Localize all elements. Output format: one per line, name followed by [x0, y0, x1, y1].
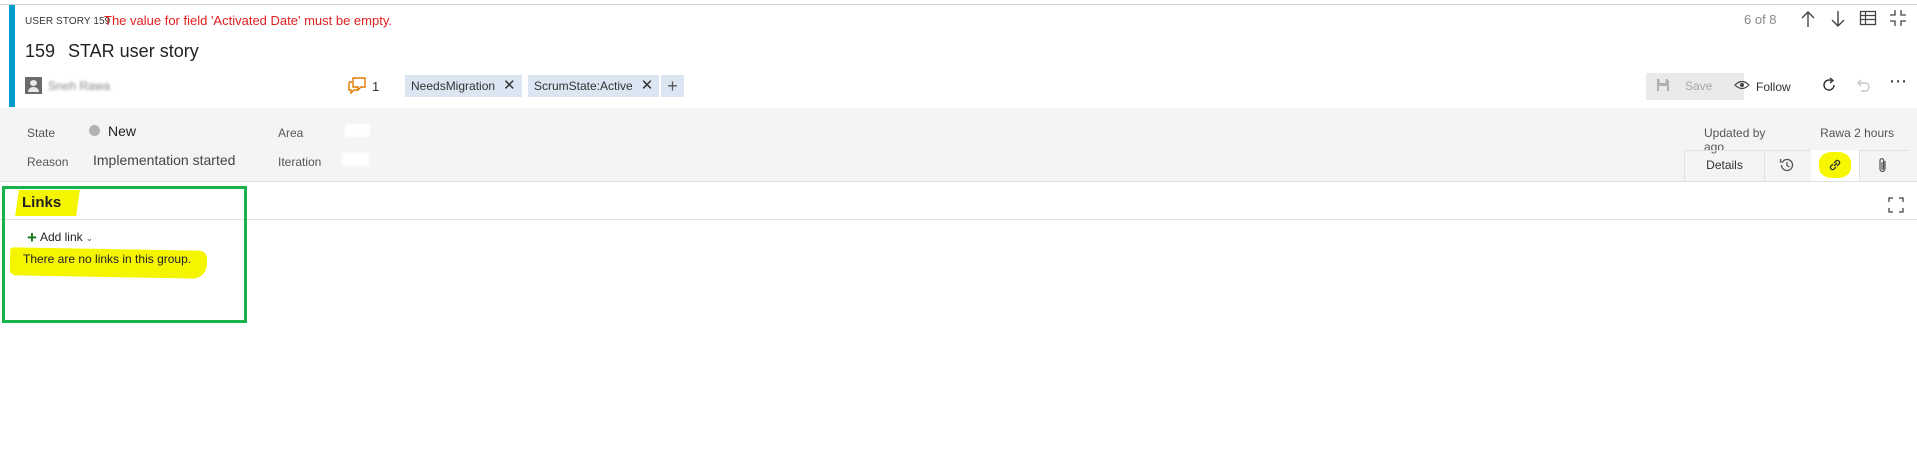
- discussion-icon[interactable]: [347, 76, 367, 94]
- remove-tag-icon[interactable]: ✕: [503, 75, 516, 97]
- work-item-id: 159: [25, 41, 56, 61]
- collapse-icon[interactable]: [1889, 9, 1907, 27]
- area-label: Area: [278, 126, 304, 140]
- grid-view-icon[interactable]: [1859, 10, 1877, 26]
- tag-label: ScrumState:Active: [534, 79, 633, 93]
- work-item-color-bar: [9, 5, 15, 107]
- tag-scrumstate-active[interactable]: ScrumState:Active ✕: [528, 75, 660, 97]
- refresh-icon[interactable]: [1821, 77, 1837, 93]
- annotation-box: [2, 186, 247, 323]
- work-item-title[interactable]: STAR user story: [68, 41, 199, 62]
- reason-dropdown[interactable]: Implementation started: [93, 152, 235, 168]
- iteration-field[interactable]: [342, 153, 369, 166]
- avatar[interactable]: [25, 77, 42, 94]
- fields-header: [0, 108, 1917, 182]
- area-field[interactable]: [345, 124, 370, 137]
- work-item-type-label: USER STORY 159: [25, 16, 111, 27]
- redacted-name: [1768, 128, 1817, 139]
- state-label: State: [27, 126, 56, 140]
- section-divider: [0, 219, 1917, 220]
- state-indicator: [89, 125, 100, 136]
- previous-item-arrow-icon[interactable]: [1800, 10, 1816, 28]
- save-icon: [1657, 79, 1669, 91]
- paperclip-icon: [1879, 158, 1886, 173]
- reason-label: Reason: [27, 155, 69, 169]
- tab-history[interactable]: [1763, 150, 1812, 181]
- tab-attachments[interactable]: [1859, 150, 1907, 181]
- eye-icon[interactable]: [1734, 80, 1750, 90]
- follow-button[interactable]: Follow: [1756, 80, 1791, 94]
- tag-label: NeedsMigration: [411, 79, 496, 93]
- link-icon[interactable]: [1827, 157, 1843, 173]
- more-actions-icon[interactable]: ⋯: [1889, 72, 1907, 92]
- iteration-label: Iteration: [278, 155, 322, 169]
- updated-prefix: Updated by: [1704, 126, 1766, 140]
- discussion-count: 1: [372, 79, 380, 94]
- history-icon: [1779, 158, 1794, 172]
- error-message: The value for field 'Activated Date' mus…: [104, 13, 392, 28]
- item-position-counter: 6 of 8: [1744, 12, 1777, 27]
- top-border: [0, 4, 1917, 5]
- next-item-arrow-icon[interactable]: [1830, 10, 1846, 28]
- assigned-to-name[interactable]: Sneh Rawa: [48, 79, 110, 93]
- tab-details[interactable]: Details: [1684, 150, 1765, 181]
- add-tag-button[interactable]: +: [661, 75, 684, 97]
- state-dropdown[interactable]: New: [108, 123, 136, 139]
- tag-needsmigration[interactable]: NeedsMigration ✕: [405, 75, 522, 97]
- remove-tag-icon[interactable]: ✕: [641, 75, 654, 97]
- undo-icon[interactable]: [1855, 77, 1871, 93]
- maximize-icon[interactable]: [1888, 197, 1904, 213]
